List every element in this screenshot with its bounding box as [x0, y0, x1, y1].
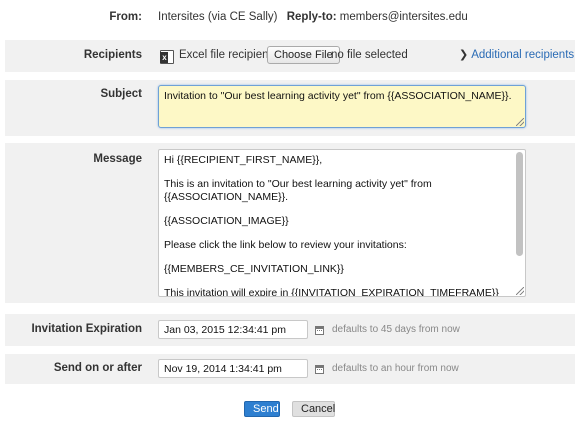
send-on-date-input[interactable]	[158, 359, 308, 378]
message-label: Message	[93, 153, 142, 165]
send-on-label: Send on or after	[53, 362, 142, 374]
resize-handle-icon[interactable]	[516, 287, 524, 295]
cancel-button[interactable]: Cancel	[292, 401, 335, 417]
expiration-label: Invitation Expiration	[31, 323, 142, 335]
message-paragraph: {{MEMBERS_CE_INVITATION_LINK}}	[164, 263, 344, 275]
from-value-line: Intersites (via CE Sally) Reply-to: memb…	[158, 11, 468, 23]
message-paragraph: Hi {{RECIPIENT_FIRST_NAME}},	[164, 154, 323, 166]
send-button[interactable]: Send	[244, 401, 280, 417]
subject-input[interactable]: Invitation to "Our best learning activit…	[158, 85, 526, 128]
recipients-label: Recipients	[83, 49, 142, 61]
from-row: From: Intersites (via CE Sally) Reply-to…	[5, 2, 575, 32]
additional-recipients-link[interactable]: ❯ Additional recipients	[459, 48, 574, 61]
expiration-row: Invitation Expiration defaults to 45 day…	[5, 314, 575, 346]
message-paragraph: Please click the link below to review yo…	[164, 239, 407, 251]
no-file-selected-text: no file selected	[331, 49, 408, 61]
reply-to-value: members@intersites.edu	[339, 11, 468, 23]
additional-recipients-label: Additional recipients	[471, 49, 575, 61]
choose-file-button[interactable]: Choose File	[267, 46, 340, 64]
from-label: From:	[109, 11, 142, 23]
excel-file-icon: x	[160, 50, 174, 64]
chevron-right-icon: ❯	[459, 49, 469, 61]
message-row: Message Hi {{RECIPIENT_FIRST_NAME}}, Thi…	[5, 143, 575, 303]
resize-handle-icon[interactable]	[516, 118, 524, 126]
subject-row: Subject Invitation to "Our best learning…	[5, 80, 575, 136]
calendar-icon[interactable]	[315, 365, 324, 374]
message-paragraph: {{ASSOCIATION_IMAGE}}	[164, 215, 289, 227]
excel-recipients-label: Excel file recipients	[179, 49, 278, 61]
expiration-hint: defaults to 45 days from now	[332, 324, 460, 335]
expiration-date-input[interactable]	[158, 320, 308, 339]
calendar-icon[interactable]	[315, 326, 324, 335]
message-textarea[interactable]: Hi {{RECIPIENT_FIRST_NAME}}, This is an …	[158, 149, 526, 297]
message-paragraph: This is an invitation to "Our best learn…	[164, 178, 432, 203]
subject-value: Invitation to "Our best learning activit…	[164, 90, 512, 102]
reply-to-label: Reply-to:	[286, 11, 337, 23]
subject-label: Subject	[100, 88, 142, 100]
send-on-hint: defaults to an hour from now	[332, 363, 459, 374]
send-on-row: Send on or after defaults to an hour fro…	[5, 354, 575, 384]
message-scrollbar[interactable]	[516, 152, 523, 256]
message-paragraph: This invitation will expire in {{INVITAT…	[164, 287, 499, 297]
recipients-row: Recipients x Excel file recipients Choos…	[5, 40, 575, 72]
from-value: Intersites (via CE Sally)	[158, 11, 278, 23]
